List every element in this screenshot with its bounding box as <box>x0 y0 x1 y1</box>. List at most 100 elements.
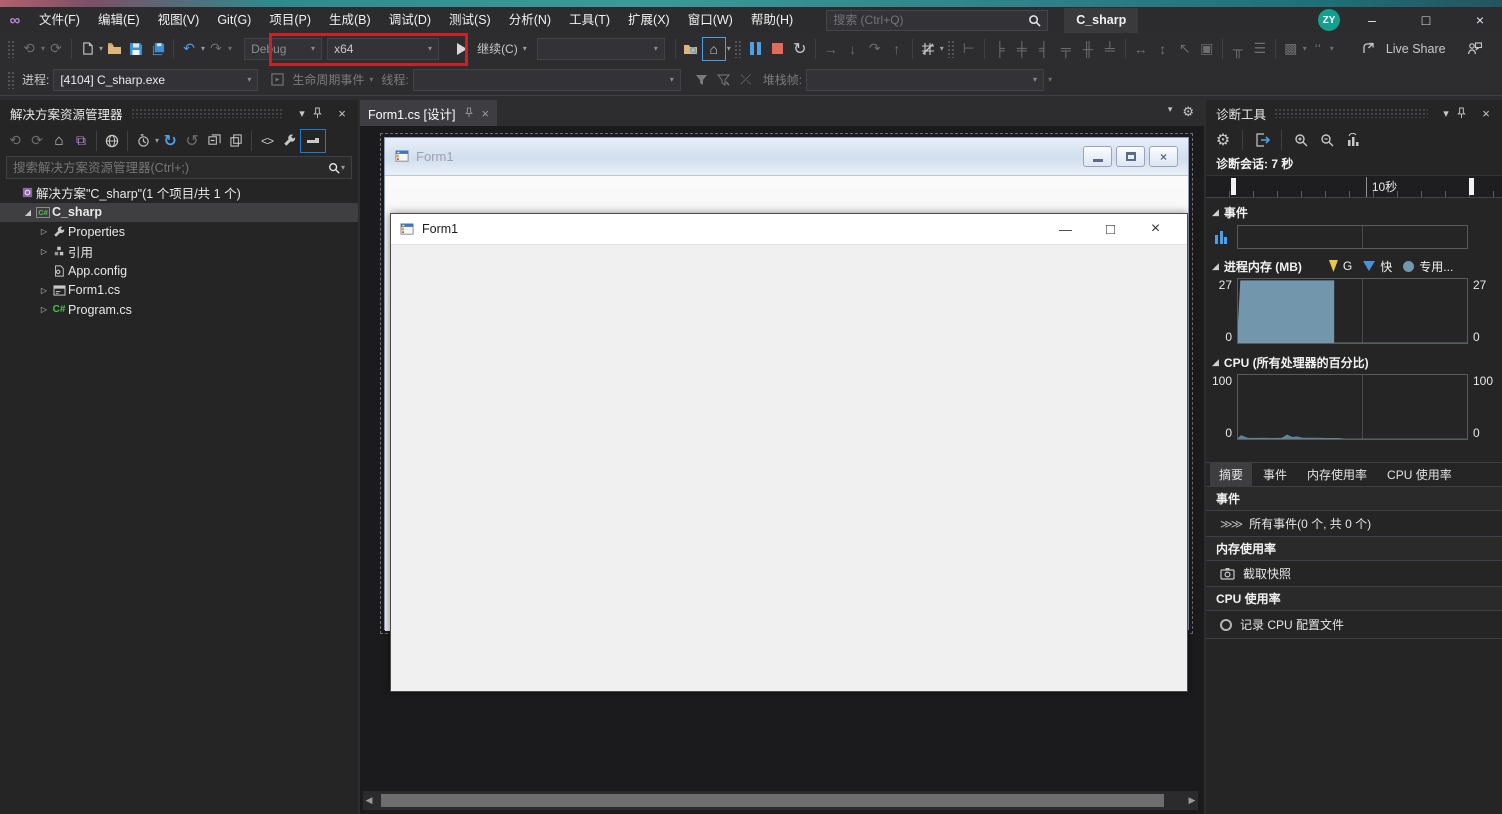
pin-icon[interactable] <box>1456 107 1476 120</box>
align-bottoms-icon[interactable]: ╧ <box>1099 37 1121 61</box>
make-same-width-icon[interactable]: ↔ <box>1130 37 1152 61</box>
properties-wrench-icon[interactable] <box>278 129 300 153</box>
window-maximize-button[interactable]: □ <box>1404 7 1448 33</box>
menu-window[interactable]: 窗口(W) <box>679 7 742 33</box>
view-code-icon[interactable]: <> <box>256 129 278 153</box>
restart-debug-icon[interactable]: ↻ <box>789 37 811 61</box>
live-share-icon[interactable] <box>1360 37 1382 61</box>
make-same-height-icon[interactable]: ↕ <box>1152 37 1174 61</box>
breakpoints-icon[interactable] <box>917 37 939 61</box>
designer-close-button[interactable]: × <box>1149 146 1178 167</box>
menu-extensions[interactable]: 扩展(X) <box>619 7 679 33</box>
filter-threads-icon[interactable] <box>691 68 713 92</box>
solution-platform-combo[interactable]: x64▾ <box>327 38 439 60</box>
tree-item-references[interactable]: ▷ 引用 <box>0 242 358 262</box>
tab-pin-icon[interactable] <box>464 107 474 119</box>
redo-icon[interactable]: ↷ <box>205 37 227 61</box>
solution-explorer-header[interactable]: 解决方案资源管理器 ▾ × <box>0 100 358 126</box>
collapse-all-icon[interactable] <box>203 129 225 153</box>
switch-views-icon[interactable]: ⧉ <box>70 129 92 153</box>
navigate-forward-icon[interactable]: ⟳ <box>45 37 67 61</box>
all-events-link[interactable]: ≫≫ 所有事件(0 个, 共 0 个) <box>1206 511 1502 537</box>
scrollbar-thumb[interactable] <box>381 794 1164 807</box>
horizontal-scrollbar[interactable]: ◀ ▶ <box>363 791 1198 810</box>
lifecycle-events-button[interactable]: 生命周期事件 <box>292 71 364 88</box>
expanded-arrow-icon[interactable]: ◢ <box>1212 261 1219 272</box>
close-icon[interactable]: × <box>332 106 352 121</box>
find-in-files-icon[interactable] <box>680 37 702 61</box>
solution-explorer-search-box[interactable]: ▾ <box>6 156 352 179</box>
save-all-icon[interactable] <box>147 37 169 61</box>
designer-minimize-button[interactable] <box>1083 146 1112 167</box>
menu-analyze[interactable]: 分析(N) <box>500 7 560 33</box>
quick-search-box[interactable] <box>826 10 1048 31</box>
toggle-flagged-icon[interactable]: ⤫ <box>735 68 757 92</box>
toolbar-grip[interactable] <box>7 40 15 58</box>
pin-icon[interactable] <box>312 107 332 120</box>
reset-view-chart-icon[interactable] <box>1342 128 1364 152</box>
window-close-button[interactable]: × <box>1458 7 1502 33</box>
collapsed-arrow-icon[interactable]: ▷ <box>38 286 50 295</box>
expanded-arrow-icon[interactable]: ◢ <box>1212 357 1219 368</box>
send-to-back-icon[interactable]: ʻʻ <box>1307 37 1329 61</box>
record-cpu-profile-link[interactable]: 记录 CPU 配置文件 <box>1206 611 1502 639</box>
se-forward-icon[interactable]: ⟳ <box>26 129 48 153</box>
refresh-icon[interactable]: ↻ <box>159 129 181 153</box>
tab-close-icon[interactable]: × <box>482 106 490 121</box>
vertical-spacing-icon[interactable]: ☰ <box>1249 37 1271 61</box>
toolbar-grip[interactable] <box>734 40 742 58</box>
cpu-chart[interactable] <box>1237 374 1468 440</box>
align-to-grid-icon[interactable]: ⊢ <box>958 37 980 61</box>
tab-memory-usage[interactable]: 内存使用率 <box>1298 462 1376 487</box>
designer-maximize-button[interactable] <box>1116 146 1145 167</box>
horizontal-spacing-icon[interactable]: ╥ <box>1227 37 1249 61</box>
continue-debug-icon[interactable] <box>451 37 473 61</box>
align-lefts-icon[interactable]: ╞ <box>989 37 1011 61</box>
navigate-back-icon[interactable]: ⟲ <box>18 37 40 61</box>
align-middles-icon[interactable]: ╫ <box>1077 37 1099 61</box>
stop-debug-icon[interactable] <box>767 37 789 61</box>
live-share-button[interactable]: Live Share <box>1386 42 1446 56</box>
timeline-current-marker[interactable] <box>1469 178 1474 195</box>
designer-form-titlebar[interactable]: Form1 × <box>385 138 1188 176</box>
menu-view[interactable]: 视图(V) <box>149 7 209 33</box>
new-file-icon[interactable] <box>76 37 98 61</box>
process-combo[interactable]: [4104] C_sharp.exe▾ <box>53 69 258 91</box>
toolbar-grip[interactable] <box>947 40 955 58</box>
take-snapshot-link[interactable]: 截取快照 <box>1206 561 1502 587</box>
close-icon[interactable]: × <box>1476 106 1496 121</box>
events-section-header[interactable]: ◢ 事件 <box>1206 202 1502 222</box>
timeline-ruler[interactable]: 10秒 <box>1206 175 1502 198</box>
active-files-dropdown-icon[interactable]: ▾ <box>1168 104 1173 120</box>
menu-debug[interactable]: 调试(D) <box>380 7 440 33</box>
menu-test[interactable]: 测试(S) <box>440 7 500 33</box>
stackframe-combo[interactable]: ▾ <box>806 69 1044 91</box>
sync-with-active-document-icon[interactable]: ↺ <box>181 129 203 153</box>
ide-home-icon[interactable]: ⌂ <box>702 37 726 61</box>
align-rights-icon[interactable]: ╡ <box>1033 37 1055 61</box>
bring-to-front-icon[interactable]: ▩ <box>1280 37 1302 61</box>
tree-item-properties[interactable]: ▷ Properties <box>0 222 358 242</box>
chevron-down-icon[interactable]: ▾ <box>292 107 312 120</box>
quick-search-input[interactable] <box>833 13 1028 27</box>
solution-configuration-combo[interactable]: Debug▾ <box>244 38 322 60</box>
preview-selected-items-icon[interactable] <box>300 129 326 153</box>
running-app-window[interactable]: Form1 — □ × <box>390 213 1188 692</box>
tab-form1-designer[interactable]: Form1.cs [设计] × <box>360 100 497 126</box>
save-icon[interactable] <box>125 37 147 61</box>
collapsed-arrow-icon[interactable]: ▷ <box>38 227 50 236</box>
export-icon[interactable] <box>1251 128 1273 152</box>
scroll-right-arrow-icon[interactable]: ▶ <box>1186 795 1198 806</box>
app-window-titlebar[interactable]: Form1 — □ × <box>391 214 1187 244</box>
toolbar-grip[interactable] <box>7 71 15 89</box>
app-maximize-button[interactable]: □ <box>1088 214 1133 244</box>
menu-file[interactable]: 文件(F) <box>30 7 89 33</box>
solution-explorer-search-input[interactable] <box>13 161 328 175</box>
feedback-icon[interactable] <box>1464 37 1486 61</box>
app-minimize-button[interactable]: — <box>1043 214 1088 244</box>
debug-target-combo[interactable]: ▾ <box>537 38 665 60</box>
step-over-icon[interactable]: ↷ <box>864 37 886 61</box>
undo-icon[interactable]: ↶ <box>178 37 200 61</box>
scroll-left-arrow-icon[interactable]: ◀ <box>363 795 375 806</box>
copy-path-icon[interactable] <box>225 129 247 153</box>
